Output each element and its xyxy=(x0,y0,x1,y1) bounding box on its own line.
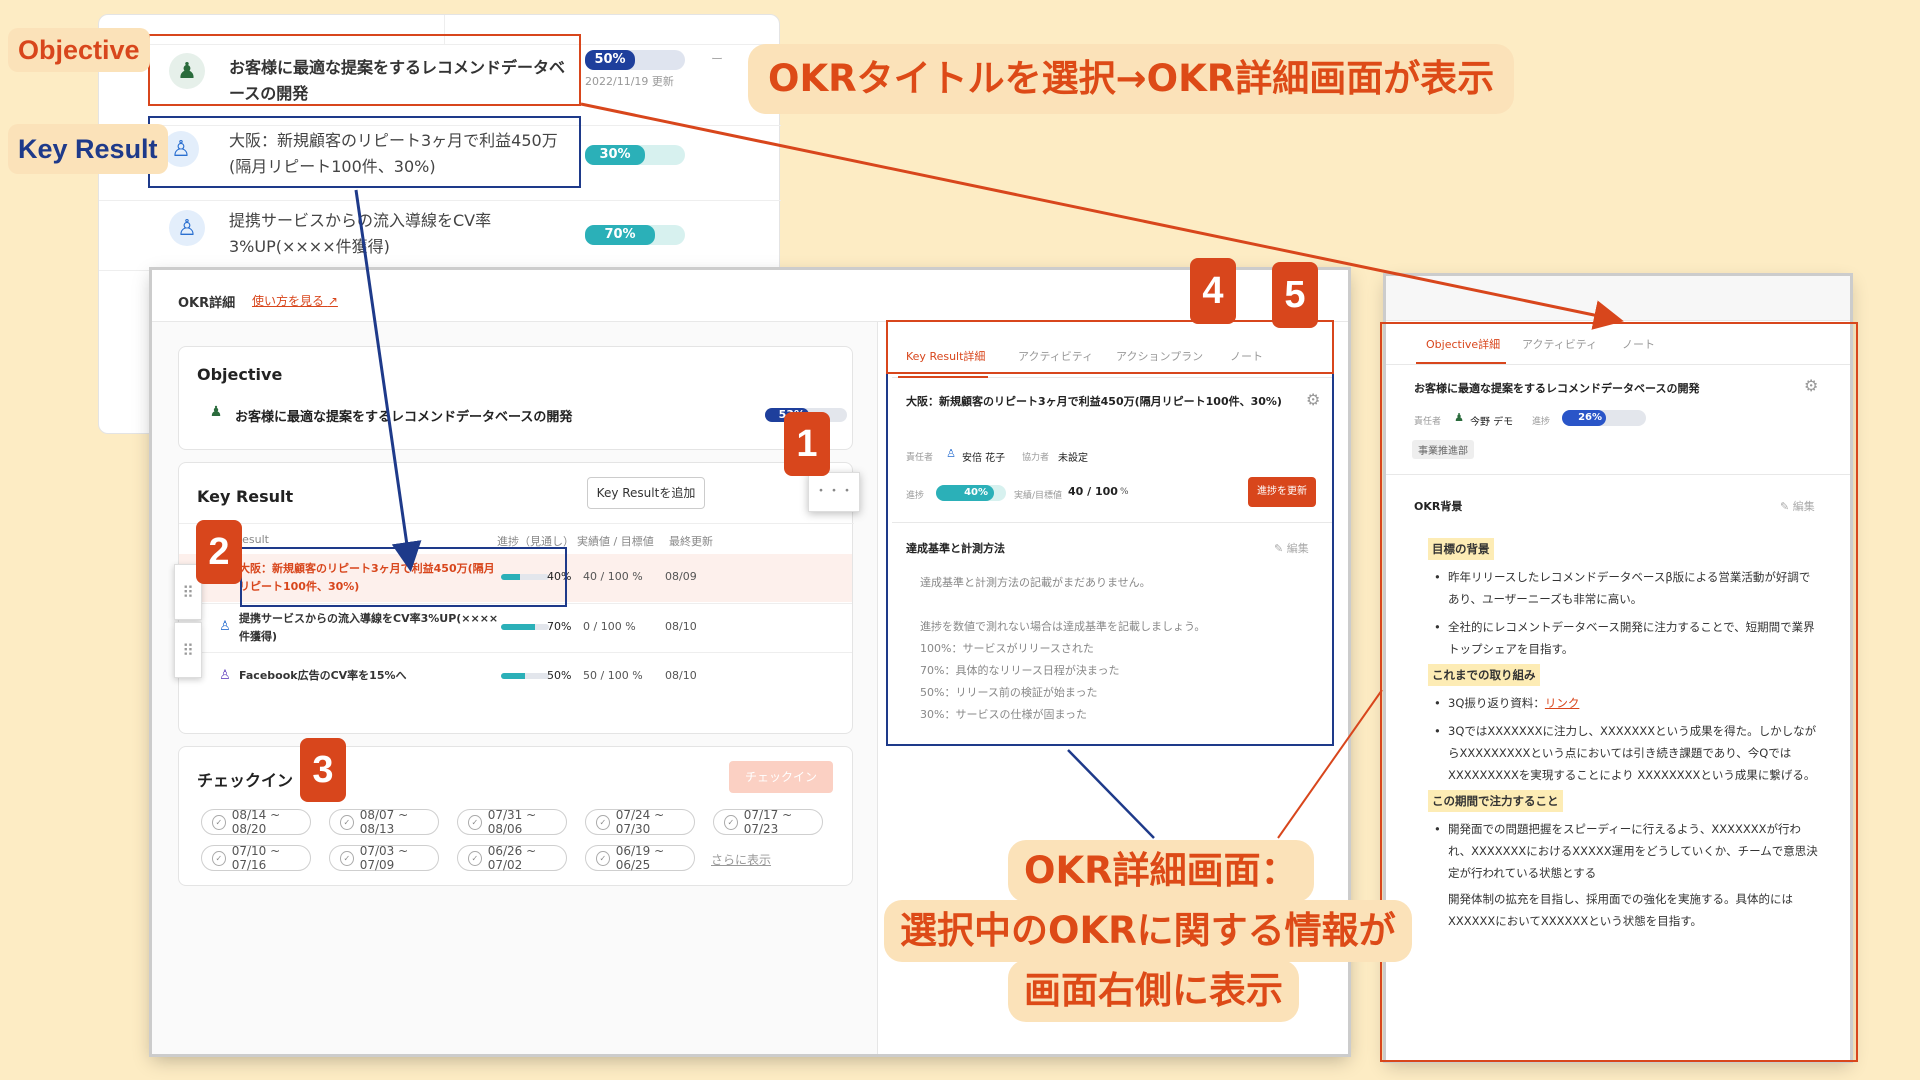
key-result-heading: Key Result xyxy=(197,487,294,506)
step-badge-1: 1 xyxy=(784,412,830,476)
kr-row-value: 0 / 100 % xyxy=(583,620,636,633)
key-result-label: Key Result xyxy=(8,124,168,174)
kr-row-date: 08/09 xyxy=(665,570,697,583)
user-avatar-icon: ♙ xyxy=(219,667,231,683)
bottom-callout-line2: 選択中のOKRに関する情報が xyxy=(884,900,1412,962)
kr-row-pct: 40% xyxy=(547,570,572,583)
checkin-chip[interactable]: 06/26 ~ 07/02 xyxy=(457,844,567,872)
kr-row-date: 08/10 xyxy=(665,620,697,633)
user-avatar-icon: ♟ xyxy=(209,404,223,420)
checkin-button[interactable]: チェックイン xyxy=(729,761,833,793)
checkin-heading: チェックイン xyxy=(197,771,294,790)
checkin-card: チェックイン チェックイン 08/14 ~ 08/20 08/07 ~ 08/1… xyxy=(178,746,853,886)
objective-title[interactable]: お客様に最適な提案をするレコメンドデータベースの開発 xyxy=(235,406,572,425)
checkin-chip[interactable]: 06/19 ~ 06/25 xyxy=(585,844,695,872)
checkin-chip[interactable]: 08/14 ~ 08/20 xyxy=(201,808,311,836)
bottom-callout-line3: 画面右側に表示 xyxy=(1008,960,1299,1022)
help-link[interactable]: 使い方を見る ↗ xyxy=(252,292,338,309)
kr-row-progress-fill xyxy=(501,673,525,679)
checkin-chip[interactable]: 07/24 ~ 07/30 xyxy=(585,808,695,836)
checkin-chip[interactable]: 08/07 ~ 08/13 xyxy=(329,808,439,836)
bg-row1-date: 2022/11/19 更新 xyxy=(585,75,674,88)
external-link-icon: ↗ xyxy=(327,294,338,308)
user-avatar-icon: ♙ xyxy=(169,210,205,246)
col-progress: 進捗（見通し） xyxy=(497,535,574,548)
step-badge-3: 3 xyxy=(300,738,346,802)
kr-detail-highlight-frame xyxy=(886,320,1334,746)
kr-row-value: 50 / 100 % xyxy=(583,669,643,682)
table-row[interactable]: 大阪：新規顧客のリピート3ヶ月で利益450万(隔月リピート100件、30%) 4… xyxy=(179,554,852,602)
checkin-chip[interactable]: 07/10 ~ 07/16 xyxy=(201,844,311,872)
kr-row-title[interactable]: Facebook広告のCV率を15%へ xyxy=(239,667,501,685)
kr-row-pct: 70% xyxy=(547,620,572,633)
kr-row-title[interactable]: 提携サービスからの流入導線をCV率3%UP(××××件獲得) xyxy=(239,610,501,646)
col-value: 実績値 / 目標値 xyxy=(577,535,654,548)
col-updated: 最終更新 xyxy=(669,535,713,548)
bg-row1-dash: ー xyxy=(711,52,724,66)
kr-row-date: 08/10 xyxy=(665,669,697,682)
step-badge-4: 4 xyxy=(1190,258,1236,324)
bottom-callout-line1: OKR詳細画面： xyxy=(1008,840,1314,902)
bg-row3-pct: 70% xyxy=(585,225,655,245)
more-options-button[interactable]: ・・・ xyxy=(808,472,860,512)
top-callout: OKRタイトルを選択→OKR詳細画面が表示 xyxy=(748,44,1515,114)
user-avatar-icon: ♙ xyxy=(219,618,231,634)
checkin-chip[interactable]: 07/31 ~ 08/06 xyxy=(457,808,567,836)
tabs-highlight-frame xyxy=(886,320,1334,374)
step-badge-2: 2 xyxy=(196,520,242,584)
kr-row-progress-bar xyxy=(501,624,549,630)
kr-row-progress-fill xyxy=(501,574,521,580)
kr-row-title[interactable]: 大阪：新規顧客のリピート3ヶ月で利益450万(隔月リピート100件、30%) xyxy=(239,560,501,596)
objective-highlight-frame xyxy=(148,34,581,106)
show-more-link[interactable]: さらに表示 xyxy=(711,851,771,868)
key-result-card: Key Result Key Resultを追加 Result 進捗（見通し） … xyxy=(178,462,854,734)
objective-label: Objective xyxy=(8,28,150,72)
checkin-chip[interactable]: 07/17 ~ 07/23 xyxy=(713,808,823,836)
table-row[interactable]: ♙ 提携サービスからの流入導線をCV率3%UP(××××件獲得) 70% 0 /… xyxy=(179,603,852,651)
bg-row1-pct: 50% xyxy=(585,50,635,70)
step-badge-5: 5 xyxy=(1272,262,1318,328)
key-result-highlight-frame xyxy=(148,116,581,188)
kr-row-value: 40 / 100 % xyxy=(583,570,643,583)
bg-row3-title[interactable]: 提携サービスからの流入導線をCV率3%UP(××××件獲得) xyxy=(229,208,569,260)
objective-card: Objective ♟ お客様に最適な提案をするレコメンドデータベースの開発 5… xyxy=(178,346,853,450)
objective-heading: Objective xyxy=(197,365,283,384)
table-row[interactable]: ♙ Facebook広告のCV率を15%へ 50% 50 / 100 % 08/… xyxy=(179,652,852,700)
objective-detail-highlight-frame xyxy=(1380,322,1858,1062)
kr-row-pct: 50% xyxy=(547,669,572,682)
add-key-result-button[interactable]: Key Resultを追加 xyxy=(587,477,705,509)
kr-row-progress-bar xyxy=(501,574,549,580)
drag-handle-icon[interactable]: ⠿ xyxy=(174,622,202,678)
checkin-chip[interactable]: 07/03 ~ 07/09 xyxy=(329,844,439,872)
page-title: OKR詳細 xyxy=(178,296,236,311)
bg-row2-pct: 30% xyxy=(585,145,645,165)
kr-row-progress-fill xyxy=(501,624,535,630)
kr-row-progress-bar xyxy=(501,673,549,679)
